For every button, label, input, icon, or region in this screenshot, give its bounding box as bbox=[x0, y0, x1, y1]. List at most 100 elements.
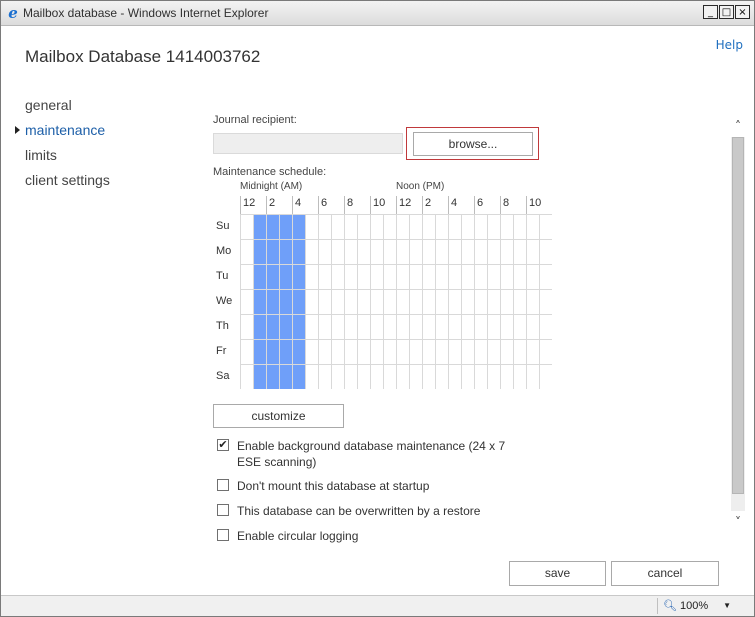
schedule-cell[interactable] bbox=[266, 364, 280, 390]
schedule-cell[interactable] bbox=[305, 364, 319, 390]
dont-mount-checkbox[interactable] bbox=[217, 479, 229, 491]
schedule-cell[interactable] bbox=[318, 339, 332, 365]
schedule-cell[interactable] bbox=[305, 214, 319, 240]
nav-item-general[interactable]: general bbox=[25, 97, 110, 122]
schedule-cell[interactable] bbox=[474, 264, 488, 290]
schedule-cell[interactable] bbox=[240, 339, 254, 365]
schedule-cell[interactable] bbox=[526, 314, 540, 340]
schedule-cell[interactable] bbox=[253, 364, 267, 390]
schedule-cell[interactable] bbox=[409, 339, 423, 365]
schedule-cell[interactable] bbox=[526, 364, 540, 390]
schedule-cell[interactable] bbox=[487, 364, 501, 390]
schedule-cell[interactable] bbox=[240, 364, 254, 390]
schedule-cell[interactable] bbox=[487, 239, 501, 265]
chevron-down-icon[interactable]: ˅ bbox=[732, 516, 744, 528]
nav-item-limits[interactable]: limits bbox=[25, 147, 110, 172]
schedule-cell[interactable] bbox=[500, 264, 514, 290]
circular-logging-checkbox[interactable] bbox=[217, 529, 229, 541]
schedule-cell[interactable] bbox=[292, 314, 306, 340]
schedule-cell[interactable] bbox=[370, 339, 384, 365]
schedule-cell[interactable] bbox=[240, 239, 254, 265]
schedule-cell[interactable] bbox=[305, 314, 319, 340]
overwritten-by-restore-checkbox[interactable] bbox=[217, 504, 229, 516]
schedule-cell[interactable] bbox=[240, 264, 254, 290]
schedule-cell[interactable] bbox=[539, 214, 553, 240]
schedule-cell[interactable] bbox=[513, 314, 527, 340]
schedule-cell[interactable] bbox=[318, 364, 332, 390]
schedule-cell[interactable] bbox=[331, 214, 345, 240]
schedule-cell[interactable] bbox=[422, 264, 436, 290]
schedule-cell[interactable] bbox=[500, 214, 514, 240]
schedule-cell[interactable] bbox=[474, 339, 488, 365]
schedule-cell[interactable] bbox=[253, 214, 267, 240]
schedule-cell[interactable] bbox=[344, 339, 358, 365]
schedule-cell[interactable] bbox=[500, 364, 514, 390]
schedule-cell[interactable] bbox=[396, 339, 410, 365]
schedule-cell[interactable] bbox=[344, 239, 358, 265]
schedule-cell[interactable] bbox=[240, 289, 254, 315]
schedule-cell[interactable] bbox=[396, 289, 410, 315]
schedule-cell[interactable] bbox=[396, 264, 410, 290]
schedule-cell[interactable] bbox=[344, 214, 358, 240]
schedule-cell[interactable] bbox=[383, 364, 397, 390]
schedule-cell[interactable] bbox=[344, 289, 358, 315]
schedule-cell[interactable] bbox=[240, 214, 254, 240]
schedule-cell[interactable] bbox=[292, 364, 306, 390]
schedule-cell[interactable] bbox=[266, 339, 280, 365]
schedule-cell[interactable] bbox=[539, 239, 553, 265]
schedule-cell[interactable] bbox=[474, 314, 488, 340]
schedule-cell[interactable] bbox=[435, 214, 449, 240]
schedule-cell[interactable] bbox=[539, 314, 553, 340]
schedule-cell[interactable] bbox=[292, 214, 306, 240]
schedule-cell[interactable] bbox=[331, 339, 345, 365]
schedule-cell[interactable] bbox=[487, 314, 501, 340]
schedule-cell[interactable] bbox=[422, 239, 436, 265]
schedule-cell[interactable] bbox=[383, 289, 397, 315]
schedule-cell[interactable] bbox=[292, 264, 306, 290]
save-button[interactable]: save bbox=[509, 561, 606, 586]
schedule-grid[interactable] bbox=[240, 196, 552, 389]
schedule-cell[interactable] bbox=[474, 364, 488, 390]
schedule-cell[interactable] bbox=[409, 314, 423, 340]
schedule-cell[interactable] bbox=[305, 264, 319, 290]
schedule-cell[interactable] bbox=[344, 314, 358, 340]
schedule-cell[interactable] bbox=[279, 339, 293, 365]
schedule-cell[interactable] bbox=[461, 214, 475, 240]
schedule-cell[interactable] bbox=[539, 264, 553, 290]
schedule-cell[interactable] bbox=[331, 314, 345, 340]
schedule-cell[interactable] bbox=[526, 239, 540, 265]
schedule-cell[interactable] bbox=[383, 214, 397, 240]
schedule-cell[interactable] bbox=[331, 289, 345, 315]
chevron-down-icon[interactable]: ▼ bbox=[723, 601, 731, 610]
schedule-cell[interactable] bbox=[383, 314, 397, 340]
schedule-cell[interactable] bbox=[448, 289, 462, 315]
schedule-cell[interactable] bbox=[318, 264, 332, 290]
schedule-cell[interactable] bbox=[435, 264, 449, 290]
schedule-cell[interactable] bbox=[422, 364, 436, 390]
schedule-cell[interactable] bbox=[409, 239, 423, 265]
close-button[interactable]: × bbox=[735, 5, 750, 19]
schedule-cell[interactable] bbox=[435, 289, 449, 315]
schedule-cell[interactable] bbox=[305, 239, 319, 265]
schedule-cell[interactable] bbox=[526, 264, 540, 290]
schedule-cell[interactable] bbox=[461, 289, 475, 315]
schedule-cell[interactable] bbox=[422, 214, 436, 240]
schedule-cell[interactable] bbox=[422, 289, 436, 315]
schedule-cell[interactable] bbox=[487, 289, 501, 315]
schedule-cell[interactable] bbox=[279, 364, 293, 390]
schedule-cell[interactable] bbox=[266, 214, 280, 240]
schedule-cell[interactable] bbox=[305, 339, 319, 365]
schedule-cell[interactable] bbox=[266, 289, 280, 315]
schedule-cell[interactable] bbox=[461, 364, 475, 390]
schedule-cell[interactable] bbox=[461, 314, 475, 340]
schedule-cell[interactable] bbox=[370, 364, 384, 390]
schedule-cell[interactable] bbox=[370, 264, 384, 290]
schedule-cell[interactable] bbox=[318, 289, 332, 315]
schedule-cell[interactable] bbox=[448, 214, 462, 240]
schedule-cell[interactable] bbox=[292, 239, 306, 265]
schedule-cell[interactable] bbox=[461, 339, 475, 365]
schedule-cell[interactable] bbox=[344, 364, 358, 390]
schedule-cell[interactable] bbox=[409, 364, 423, 390]
schedule-cell[interactable] bbox=[539, 339, 553, 365]
schedule-cell[interactable] bbox=[370, 214, 384, 240]
